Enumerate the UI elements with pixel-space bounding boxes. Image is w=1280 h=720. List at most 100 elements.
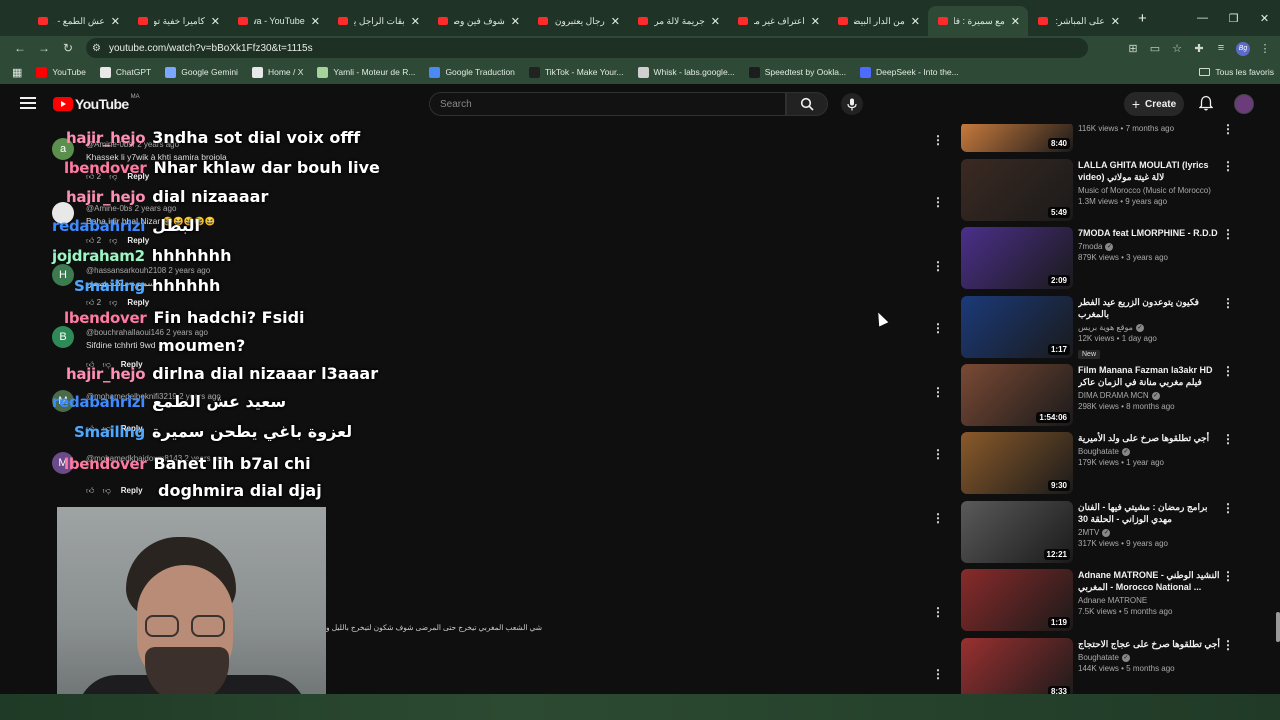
address-bar[interactable]: ⚙ youtube.com/watch?v=bBoXk1Ffz30&t=1115…	[86, 38, 1088, 58]
menu-icon[interactable]: ⋮	[1254, 42, 1276, 55]
video-channel[interactable]: 7moda ✓	[1078, 242, 1228, 251]
related-video-item[interactable]: 5:49 LALLA GHITA MOULATI (lyrics video) ل…	[960, 159, 1235, 221]
voice-search-button[interactable]	[841, 93, 863, 115]
like-icon[interactable]: 👍︎	[86, 486, 94, 495]
like-icon[interactable]: 👍︎	[86, 298, 94, 307]
create-button[interactable]: + Create	[1124, 92, 1184, 116]
related-video-item[interactable]: 8:40 116K views • 7 months ago ⋮	[960, 124, 1235, 152]
reply-button[interactable]: Reply	[121, 486, 143, 495]
browser-tab[interactable]: عش الطمع - ... ✕	[28, 6, 128, 36]
all-bookmarks[interactable]: Tous les favoris	[1199, 60, 1274, 84]
tab-close-icon[interactable]: ✕	[411, 15, 420, 28]
video-title[interactable]: LALLA GHITA MOULATI (lyrics video) لالة …	[1078, 159, 1228, 183]
browser-tab[interactable]: مع سميرة : فاش ✕	[928, 6, 1028, 36]
profile-icon[interactable]: Bg	[1232, 41, 1254, 56]
video-channel[interactable]: DIMA DRAMA MCN ✓	[1078, 391, 1228, 400]
hamburger-menu-icon[interactable]	[20, 97, 36, 109]
video-thumbnail[interactable]: 8:33	[961, 638, 1073, 694]
bookmark-item[interactable]: Whisk - labs.google...	[637, 66, 735, 78]
extensions-icon[interactable]: ✚	[1188, 42, 1210, 55]
video-more-actions-icon[interactable]: ⋮	[1222, 296, 1234, 310]
tab-search-icon[interactable]: ≡	[1210, 42, 1232, 54]
back-icon[interactable]: ←	[8, 41, 32, 55]
video-channel[interactable]: Boughatate ✓	[1078, 653, 1228, 662]
search-input[interactable]: Search	[429, 92, 786, 116]
dislike-icon[interactable]: 👎︎	[103, 486, 111, 495]
commenter-avatar[interactable]: B	[52, 326, 74, 348]
video-more-actions-icon[interactable]: ⋮	[1222, 638, 1234, 652]
comment-more-actions-icon[interactable]: ⋮	[932, 386, 944, 398]
tab-close-icon[interactable]: ✕	[611, 15, 620, 28]
tab-close-icon[interactable]: ✕	[311, 15, 320, 28]
video-title[interactable]: 7MODA feat LMORPHINE - R.D.D	[1078, 227, 1228, 239]
translate-icon[interactable]: ⊞	[1122, 42, 1144, 55]
page-scrollbar[interactable]	[1276, 612, 1280, 642]
tab-close-icon[interactable]: ✕	[911, 15, 920, 28]
comment-more-actions-icon[interactable]: ⋮	[932, 448, 944, 460]
comment-author[interactable]: @hassansarkouh2108 2 years ago	[86, 266, 210, 275]
bookmark-item[interactable]: YouTube	[36, 66, 86, 78]
commenter-avatar[interactable]: H	[52, 264, 74, 286]
bookmark-star-icon[interactable]: ☆	[1166, 42, 1188, 55]
browser-tab[interactable]: اعتراف غير مسبوق ✕	[728, 6, 828, 36]
comment-more-actions-icon[interactable]: ⋮	[932, 322, 944, 334]
video-more-actions-icon[interactable]: ⋮	[1222, 364, 1234, 378]
comment-more-actions-icon[interactable]: ⋮	[932, 668, 944, 680]
tab-close-icon[interactable]: ✕	[1111, 15, 1120, 28]
reply-button[interactable]: Reply	[127, 236, 149, 245]
browser-tab[interactable]: من الدار البيضاء ✕	[828, 6, 928, 36]
account-avatar[interactable]	[1234, 94, 1254, 114]
video-title[interactable]: أجي تطلقوها صرخ على عجاج الاحتجاج	[1078, 638, 1228, 650]
video-channel[interactable]: 2MTV ✓	[1078, 528, 1228, 537]
reload-icon[interactable]: ↻	[56, 41, 80, 55]
video-channel[interactable]: Adnane MATRONE	[1078, 596, 1228, 605]
notifications-bell-icon[interactable]	[1198, 95, 1214, 116]
comment-more-actions-icon[interactable]: ⋮	[932, 260, 944, 272]
tab-close-icon[interactable]: ✕	[711, 15, 720, 28]
dislike-icon[interactable]: 👎︎	[109, 236, 117, 245]
bookmark-item[interactable]: Speedtest by Ookla...	[748, 66, 846, 78]
video-more-actions-icon[interactable]: ⋮	[1222, 227, 1234, 241]
video-title[interactable]: برامج رمضان : مشيتي فيها - الفنان مهدي ا…	[1078, 501, 1228, 525]
video-more-actions-icon[interactable]: ⋮	[1222, 432, 1234, 446]
video-more-actions-icon[interactable]: ⋮	[1222, 159, 1234, 173]
video-thumbnail[interactable]: 1:19	[961, 569, 1073, 631]
cast-icon[interactable]: ▭	[1144, 42, 1166, 55]
related-video-item[interactable]: 1:17 فكيون يتوعدون الزريع عيد الفطر بالمغ…	[960, 296, 1235, 359]
forward-icon[interactable]: →	[32, 41, 56, 55]
comment-more-actions-icon[interactable]: ⋮	[932, 512, 944, 524]
minimize-icon[interactable]: —	[1187, 12, 1218, 24]
bookmark-item[interactable]: Yamli - Moteur de R...	[317, 66, 415, 78]
video-title[interactable]: أجي تطلقوها صرخ على ولد الأميرية	[1078, 432, 1228, 444]
video-channel[interactable]: موقع هوية بريس ✓	[1078, 323, 1228, 332]
browser-tab[interactable]: marwa - YouTube ✕	[228, 6, 328, 36]
tab-close-icon[interactable]: ✕	[811, 15, 820, 28]
bookmark-item[interactable]: Google Gemini	[165, 66, 238, 78]
tab-close-icon[interactable]: ✕	[511, 15, 520, 28]
video-thumbnail[interactable]: 12:21	[961, 501, 1073, 563]
restore-icon[interactable]: ❐	[1218, 12, 1249, 25]
video-title[interactable]: فكيون يتوعدون الزريع عيد الفطر بالمغرب	[1078, 296, 1228, 320]
browser-tab[interactable]: جريمة لالة مريم ✕	[628, 6, 728, 36]
browser-tab[interactable]: على المباشر: الـ ✕	[1028, 6, 1128, 36]
bookmark-item[interactable]: TikTok - Make Your...	[528, 66, 624, 78]
bookmark-item[interactable]: Home / X	[251, 66, 303, 78]
reply-button[interactable]: Reply	[127, 298, 149, 307]
bookmark-item[interactable]: Google Traduction	[429, 66, 515, 78]
video-more-actions-icon[interactable]: ⋮	[1222, 124, 1234, 136]
bookmark-item[interactable]: DeepSeek - Into the...	[860, 66, 959, 78]
comment-more-actions-icon[interactable]: ⋮	[932, 196, 944, 208]
like-icon[interactable]: 👍︎	[86, 236, 94, 245]
related-video-item[interactable]: 12:21 برامج رمضان : مشيتي فيها - الفنان م…	[960, 501, 1235, 563]
close-window-icon[interactable]: ✕	[1249, 12, 1280, 25]
site-info-icon[interactable]: ⚙	[92, 43, 101, 54]
video-more-actions-icon[interactable]: ⋮	[1222, 501, 1234, 515]
search-button[interactable]	[786, 92, 828, 116]
related-video-item[interactable]: 1:54:06 Film Manana Fazman la3akr HD فيلم…	[960, 364, 1235, 426]
video-thumbnail[interactable]: 1:54:06	[961, 364, 1073, 426]
comment-more-actions-icon[interactable]: ⋮	[932, 606, 944, 618]
related-video-item[interactable]: 8:33 أجي تطلقوها صرخ على عجاج الاحتجاج Bou…	[960, 638, 1235, 694]
video-thumbnail[interactable]: 1:17	[961, 296, 1073, 358]
browser-tab[interactable]: شوف فين وصلو ✕	[428, 6, 528, 36]
browser-tab[interactable]: رجال يعتبرون الـ ✕	[528, 6, 628, 36]
